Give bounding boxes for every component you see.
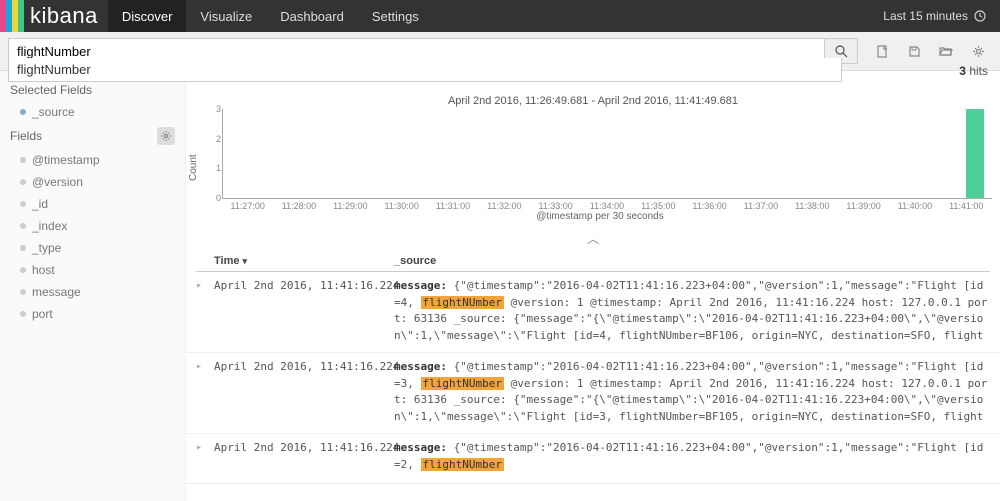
selected-field[interactable]: _source: [0, 101, 185, 123]
fields-title: Fields: [0, 123, 185, 149]
available-field[interactable]: message: [0, 281, 185, 303]
field-sidebar: Selected Fields _source Fields @timestam…: [0, 71, 186, 501]
open-search-icon[interactable]: [932, 38, 960, 64]
row-source: message: {"@timestamp":"2016-04-02T11:41…: [394, 359, 990, 423]
time-picker[interactable]: Last 15 minutes: [869, 0, 1000, 32]
search-highlight: flightNUmber: [421, 377, 504, 390]
search-icon: [835, 45, 848, 58]
nav-visualize[interactable]: Visualize: [186, 0, 266, 32]
nav-dashboard[interactable]: Dashboard: [266, 0, 358, 32]
chevron-up-icon: ︿: [587, 232, 599, 246]
histogram-chart[interactable]: 0123 11:27:0011:28:0011:29:0011:30:0011:…: [208, 109, 992, 226]
row-time: April 2nd 2016, 11:41:16.224: [214, 359, 394, 423]
main-content: April 2nd 2016, 11:26:49.681 - April 2nd…: [186, 71, 1000, 501]
field-type-icon: [20, 223, 26, 229]
time-range-label: April 2nd 2016, 11:26:49.681 - April 2nd…: [186, 89, 1000, 109]
expand-row-button[interactable]: ▸: [196, 359, 214, 423]
column-source[interactable]: _source: [394, 255, 990, 267]
search-suggestion[interactable]: flightNumber: [8, 58, 842, 82]
time-label: Last 15 minutes: [883, 9, 968, 23]
expand-row-button[interactable]: ▸: [196, 278, 214, 342]
available-field[interactable]: port: [0, 303, 185, 325]
selected-fields-title: Selected Fields: [0, 79, 185, 101]
row-source: message: {"@timestamp":"2016-04-02T11:41…: [394, 278, 990, 342]
field-type-icon: [20, 245, 26, 251]
available-field[interactable]: @version: [0, 171, 185, 193]
available-field[interactable]: _type: [0, 237, 185, 259]
field-type-icon: [20, 201, 26, 207]
available-field[interactable]: _id: [0, 193, 185, 215]
x-axis-label: @timestamp per 30 seconds: [208, 211, 992, 222]
settings-icon[interactable]: [964, 38, 992, 64]
collapse-histogram-button[interactable]: ︿: [186, 226, 1000, 251]
hit-count: 3 hits: [959, 64, 988, 78]
field-type-icon: [20, 157, 26, 163]
results-header: Time ▾ _source: [196, 251, 990, 272]
expand-row-button[interactable]: ▸: [196, 440, 214, 473]
result-row: ▸April 2nd 2016, 11:41:16.224message: {"…: [186, 353, 1000, 434]
brand-logo: kibana: [0, 0, 108, 32]
field-type-icon: [20, 289, 26, 295]
column-time[interactable]: Time ▾: [214, 255, 394, 267]
available-field[interactable]: _index: [0, 215, 185, 237]
top-nav: kibana Discover Visualize Dashboard Sett…: [0, 0, 1000, 32]
sort-desc-icon: ▾: [243, 256, 248, 266]
new-search-icon[interactable]: [868, 38, 896, 64]
row-time: April 2nd 2016, 11:41:16.224: [214, 440, 394, 473]
result-row: ▸April 2nd 2016, 11:41:16.224message: {"…: [186, 434, 1000, 484]
nav-settings[interactable]: Settings: [358, 0, 433, 32]
results-body: ▸April 2nd 2016, 11:41:16.224message: {"…: [186, 272, 1000, 484]
search-highlight: flightNUmber: [421, 296, 504, 309]
field-type-icon: [20, 311, 26, 317]
brand-name: kibana: [30, 3, 98, 29]
search-highlight: flightNUmber: [421, 458, 504, 471]
field-type-icon: [20, 109, 26, 115]
field-type-icon: [20, 179, 26, 185]
clock-icon: [974, 10, 986, 22]
row-source: message: {"@timestamp":"2016-04-02T11:41…: [394, 440, 990, 473]
stripe: [18, 0, 24, 32]
logo-stripes: [0, 0, 24, 32]
nav-discover[interactable]: Discover: [108, 0, 187, 32]
toolbar-actions: [868, 38, 992, 64]
field-settings-button[interactable]: [157, 127, 175, 145]
row-time: April 2nd 2016, 11:41:16.224: [214, 278, 394, 342]
field-type-icon: [20, 267, 26, 273]
y-axis-label: Count: [188, 109, 202, 226]
available-field[interactable]: @timestamp: [0, 149, 185, 171]
result-row: ▸April 2nd 2016, 11:41:16.224message: {"…: [186, 272, 1000, 353]
histogram-bar[interactable]: [966, 109, 984, 198]
save-search-icon[interactable]: [900, 38, 928, 64]
available-field[interactable]: host: [0, 259, 185, 281]
